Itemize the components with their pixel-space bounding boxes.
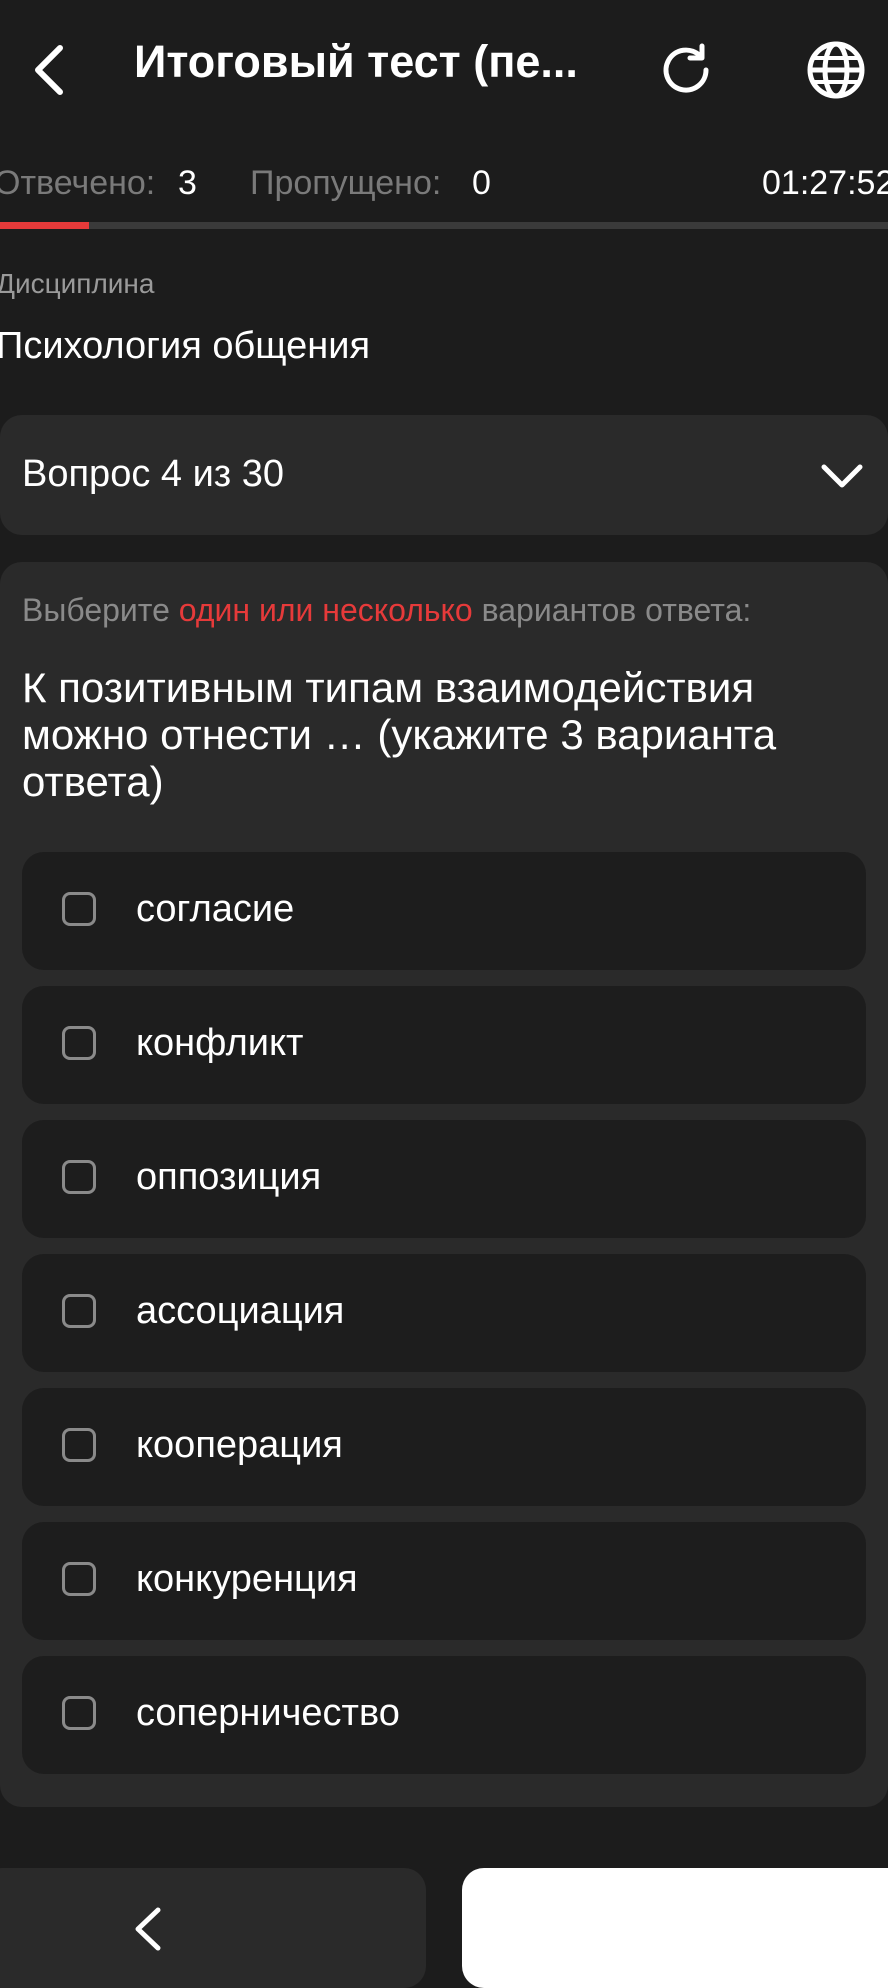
- language-button[interactable]: [796, 30, 876, 110]
- progress-bar-fill: [0, 222, 89, 229]
- discipline-name: Психология общения: [0, 325, 371, 367]
- instruction-highlight: один или несколько: [178, 592, 473, 628]
- checkbox-icon[interactable]: [62, 1160, 96, 1194]
- question-number: Вопрос 4 из 30: [22, 453, 285, 495]
- chevron-left-icon: [135, 1907, 161, 1951]
- checkbox-icon[interactable]: [62, 1428, 96, 1462]
- checkbox-icon[interactable]: [62, 1026, 96, 1060]
- timer: 01:27:52: [762, 164, 888, 202]
- answered-label: Отвечено:: [0, 164, 156, 202]
- answer-option-label: кооперация: [136, 1424, 343, 1466]
- answer-option-label: оппозиция: [136, 1156, 322, 1198]
- page-title: Итоговый тест (пе...: [134, 36, 578, 87]
- refresh-button[interactable]: [648, 32, 724, 108]
- chevron-down-icon: [818, 453, 866, 506]
- test-stats: Отвечено: 3 Пропущено: 0 01:27:52: [0, 158, 888, 214]
- checkbox-icon[interactable]: [62, 1696, 96, 1730]
- answer-option[interactable]: согласие: [22, 852, 866, 970]
- progress-bar: [0, 222, 888, 229]
- answer-option-label: соперничество: [136, 1692, 400, 1734]
- answer-option[interactable]: оппозиция: [22, 1120, 866, 1238]
- answered-count: 3: [178, 164, 197, 202]
- answer-option-label: конфликт: [136, 1022, 304, 1064]
- skipped-count: 0: [472, 164, 491, 202]
- skipped-label: Пропущено:: [250, 164, 442, 202]
- checkbox-icon[interactable]: [62, 1294, 96, 1328]
- question-card: Выберите один или несколько вариантов от…: [0, 562, 888, 1807]
- previous-question-button[interactable]: [0, 1868, 426, 1988]
- answer-option-label: согласие: [136, 888, 295, 930]
- refresh-icon: [663, 43, 709, 93]
- instruction-start: Выберите: [22, 592, 170, 628]
- answer-option-label: ассоциация: [136, 1290, 345, 1332]
- answer-option[interactable]: конфликт: [22, 986, 866, 1104]
- answer-option[interactable]: конкуренция: [22, 1522, 866, 1640]
- answer-option[interactable]: ассоциация: [22, 1254, 866, 1372]
- answer-option[interactable]: соперничество: [22, 1656, 866, 1774]
- answer-instruction: Выберите один или несколько вариантов от…: [22, 592, 751, 629]
- answer-option-label: конкуренция: [136, 1558, 358, 1600]
- discipline-label: Дисциплина: [0, 268, 155, 299]
- back-arrow-icon: [35, 45, 63, 95]
- answer-option[interactable]: кооперация: [22, 1388, 866, 1506]
- next-question-button[interactable]: [462, 1868, 888, 1988]
- app-header: Итоговый тест (пе...: [0, 0, 888, 140]
- checkbox-icon[interactable]: [62, 892, 96, 926]
- instruction-end: вариантов ответа:: [481, 592, 752, 628]
- checkbox-icon[interactable]: [62, 1562, 96, 1596]
- globe-icon: [807, 41, 865, 99]
- back-button[interactable]: [20, 30, 80, 110]
- question-selector[interactable]: Вопрос 4 из 30: [0, 415, 888, 535]
- question-text: К позитивным типам взаимодействия можно …: [22, 664, 777, 805]
